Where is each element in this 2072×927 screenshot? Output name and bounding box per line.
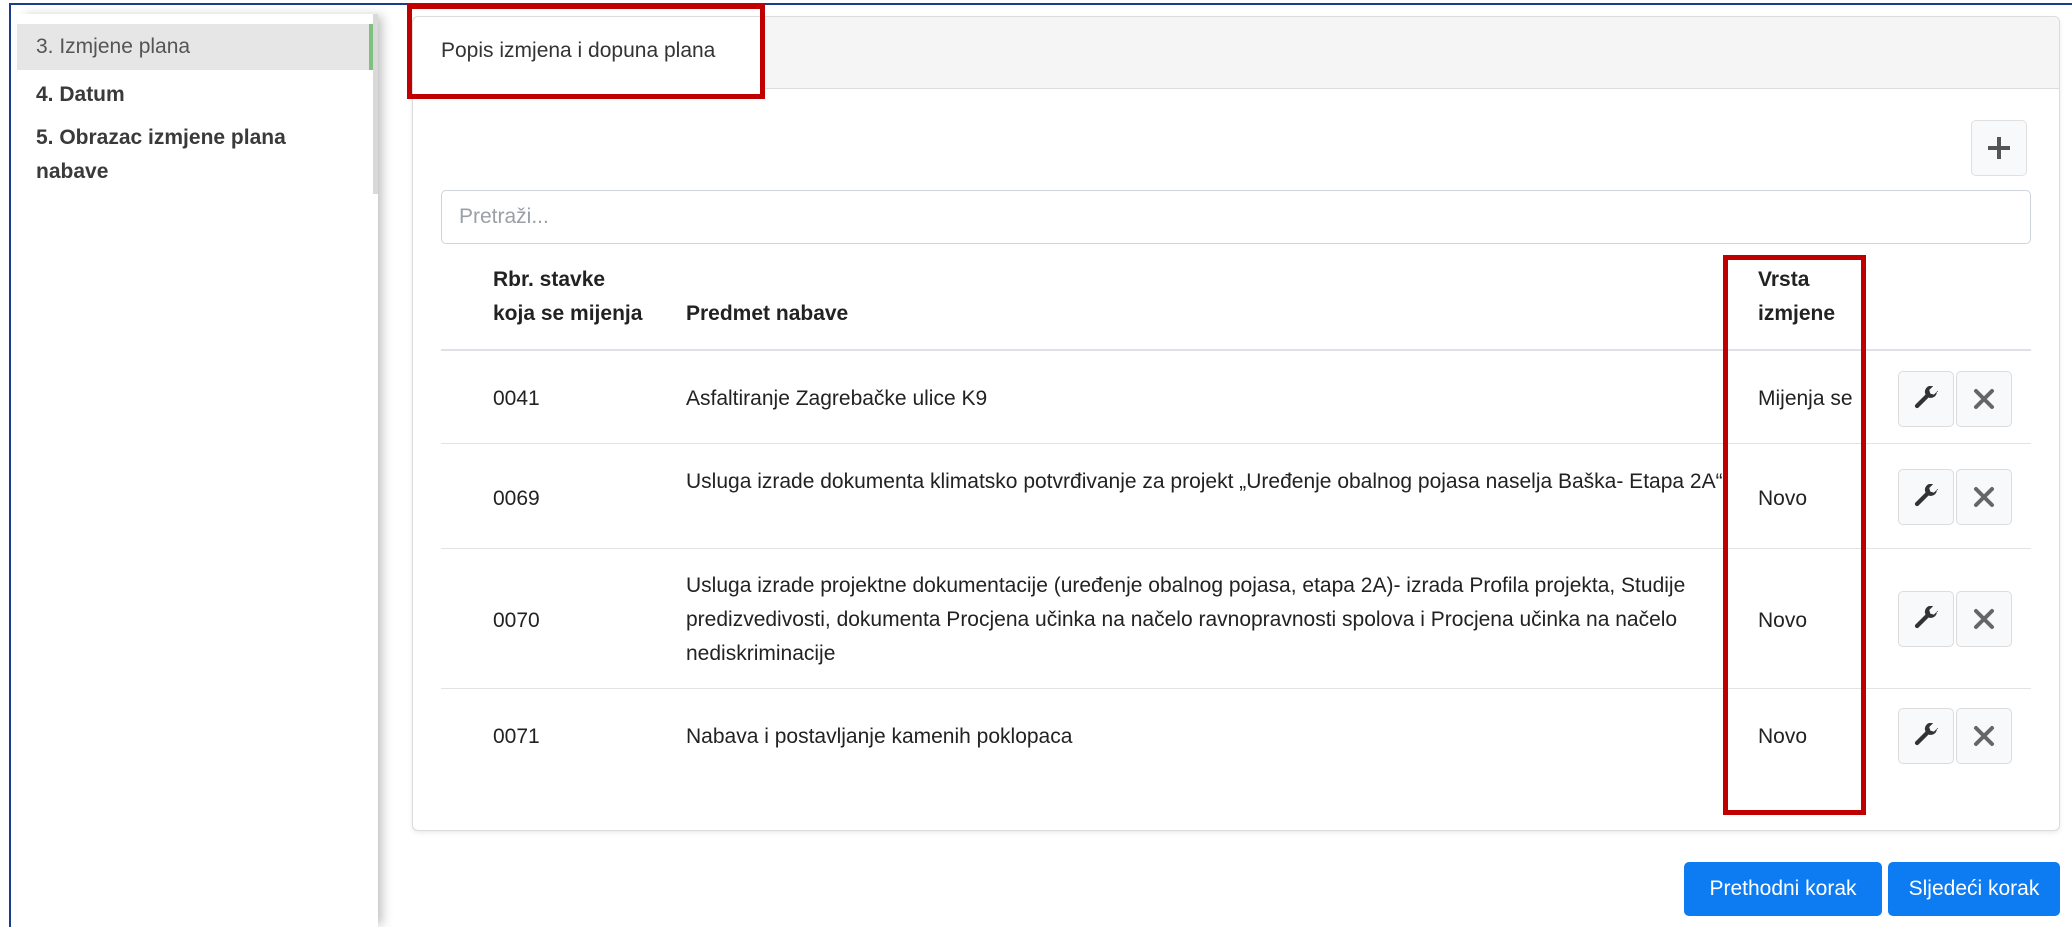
- column-header-rbr: Rbr. stavke koja se mijenja: [493, 263, 642, 331]
- close-icon: [1973, 608, 1995, 630]
- row-predmet: Usluga izrade dokumenta klimatsko potvrđ…: [686, 470, 1723, 493]
- row-vrsta: Novo: [1758, 609, 1808, 632]
- edit-button[interactable]: [1898, 469, 1954, 525]
- column-header-vrsta: Vrsta izmjene: [1758, 263, 1835, 331]
- row-predmet: Usluga izrade projektne dokumentacije (u…: [686, 574, 1686, 665]
- delete-button[interactable]: [1956, 591, 2012, 647]
- next-step-button[interactable]: Sljedeći korak: [1888, 862, 2060, 916]
- sidebar: 3. Izmjene plana 4. Datum 5. Obrazac izm…: [17, 14, 378, 927]
- changes-card: Popis izmjena i dopuna plana Rbr. stavke…: [412, 16, 2060, 831]
- plus-icon: [1987, 129, 2011, 167]
- row-divider: [441, 548, 2031, 549]
- delete-button[interactable]: [1956, 371, 2012, 427]
- sidebar-item-label: 4. Datum: [36, 83, 125, 106]
- add-button[interactable]: [1971, 120, 2027, 176]
- previous-step-button[interactable]: Prethodni korak: [1684, 862, 1882, 916]
- tab-popis-izmjena[interactable]: Popis izmjena i dopuna plana: [413, 17, 765, 89]
- row-divider: [441, 688, 2031, 689]
- row-vrsta: Novo: [1758, 725, 1808, 748]
- row-vrsta: Novo: [1758, 487, 1808, 510]
- sidebar-scrollbar[interactable]: [373, 14, 378, 194]
- wrench-icon: [1913, 606, 1939, 632]
- close-icon: [1973, 725, 1995, 747]
- row-predmet: Nabava i postavljanje kamenih poklopaca: [686, 725, 1073, 748]
- delete-button[interactable]: [1956, 469, 2012, 525]
- wrench-icon: [1913, 386, 1939, 412]
- tab-label: Popis izmjena i dopuna plana: [441, 39, 716, 62]
- delete-button[interactable]: [1956, 708, 2012, 764]
- column-header-rbr-line2: koja se mijenja: [493, 302, 643, 325]
- wrench-icon: [1913, 484, 1939, 510]
- column-header-rbr-line1: Rbr. stavke: [493, 268, 606, 291]
- row-rbr: 0069: [493, 487, 540, 510]
- row-divider: [441, 443, 2031, 444]
- wrench-icon: [1913, 723, 1939, 749]
- edit-button[interactable]: [1898, 591, 1954, 647]
- sidebar-item-datum[interactable]: 4. Datum: [17, 72, 373, 118]
- close-icon: [1973, 486, 1995, 508]
- column-header-vrsta-line1: Vrsta: [1758, 268, 1810, 291]
- column-header-predmet: Predmet nabave: [686, 302, 849, 325]
- search-input[interactable]: [441, 190, 2031, 244]
- table-header-divider: [441, 349, 2031, 351]
- row-rbr: 0071: [493, 725, 540, 748]
- edit-button[interactable]: [1898, 371, 1954, 427]
- row-rbr: 0070: [493, 609, 540, 632]
- sidebar-item-izmjene-plana[interactable]: 3. Izmjene plana: [17, 24, 373, 70]
- card-header: Popis izmjena i dopuna plana: [413, 17, 2059, 89]
- sidebar-item-label: 5. Obrazac izmjene plana nabave: [36, 126, 286, 183]
- row-rbr: 0041: [493, 387, 540, 410]
- edit-button[interactable]: [1898, 708, 1954, 764]
- column-header-vrsta-line2: izmjene: [1758, 302, 1836, 325]
- close-icon: [1973, 388, 1995, 410]
- row-predmet: Asfaltiranje Zagrebačke ulice K9: [686, 387, 988, 410]
- sidebar-item-obrazac[interactable]: 5. Obrazac izmjene plana nabave: [17, 121, 317, 189]
- sidebar-item-label: 3. Izmjene plana: [36, 35, 191, 58]
- row-vrsta: Mijenja se: [1758, 387, 1853, 410]
